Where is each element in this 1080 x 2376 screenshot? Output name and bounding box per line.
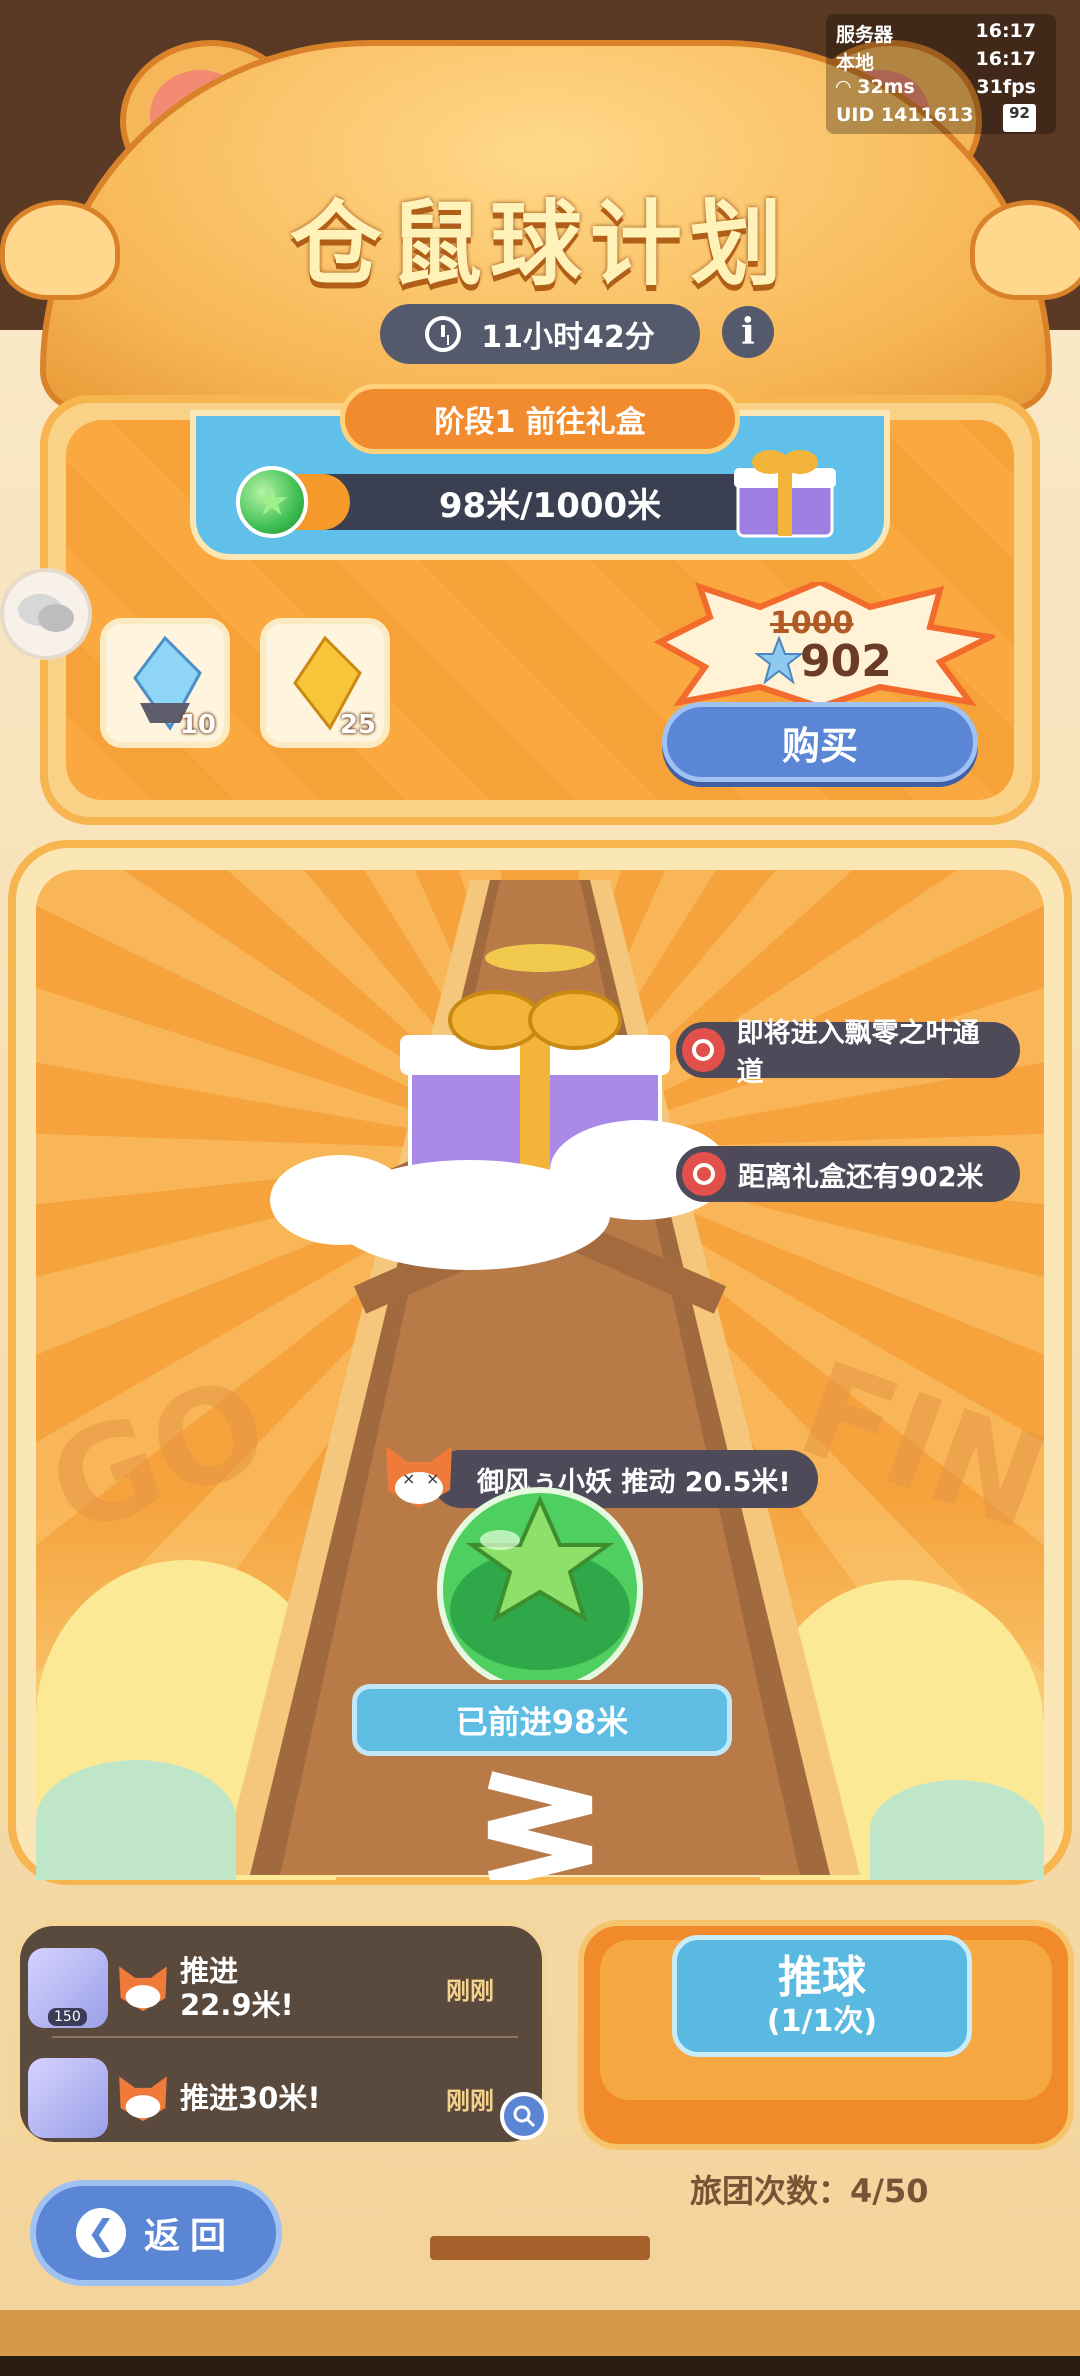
back-arrow-icon: ❮	[75, 2208, 126, 2258]
footer-shadow	[0, 2356, 1080, 2376]
avatar-level: 150	[48, 2008, 87, 2026]
push-button-count: (1/1次)	[766, 2004, 878, 2039]
local-time: 16:17	[975, 48, 1036, 70]
right-bush	[870, 1780, 1044, 1880]
back-button[interactable]: ❮ 返回	[30, 2180, 282, 2286]
wifi-icon: ◠	[836, 76, 858, 98]
fox-avatar-icon	[119, 1966, 167, 2012]
back-button-label: 返回	[143, 2216, 236, 2257]
log-divider	[52, 2036, 518, 2038]
location-pin-icon	[682, 1152, 726, 1196]
tip-distance-to-gift: 距离礼盒还有902米	[676, 1146, 1020, 1202]
spring-launcher	[487, 1771, 593, 1880]
log-entry: 推进30米! 刚刚	[28, 2052, 518, 2144]
timer-text: 11小时42分	[481, 320, 655, 355]
chat-icon[interactable]	[0, 568, 92, 660]
log-text: 推进 22.9米!	[180, 1954, 294, 2022]
log-entry: 150 推进 22.9米! 刚刚	[28, 1942, 518, 2034]
item-count: 25	[339, 710, 376, 740]
log-time: 刚刚	[446, 2086, 494, 2115]
tip-text: 距离礼盒还有902米	[738, 1161, 984, 1193]
push-button-label: 推球	[778, 1952, 866, 2003]
log-text: 推进30米!	[180, 2081, 321, 2115]
server-label: 服务器	[836, 24, 894, 46]
stage-label: 阶段1 前往礼盒	[340, 384, 740, 454]
page-title: 仓鼠球计划	[289, 190, 790, 298]
hamster-ball-icon: ★	[236, 466, 308, 538]
local-label: 本地	[836, 52, 875, 74]
team-push-count: 旅团次数：4/50	[690, 2172, 929, 2210]
battery-icon: 92	[1003, 104, 1036, 132]
footer-notch	[430, 2236, 650, 2260]
fps-value: 31fps	[976, 76, 1036, 98]
server-time: 16:17	[975, 20, 1036, 42]
event-timer: 11小时42分	[380, 304, 700, 364]
uid-text: UID 1411613	[836, 104, 974, 126]
reward-item-gold-crystal[interactable]: 25	[260, 618, 390, 748]
buy-button[interactable]: 购买	[662, 702, 978, 782]
hamster-ball	[437, 1487, 643, 1680]
status-hud: 服务器 16:17 本地 16:17 ◠ 32ms 31fps UID 1411613…	[836, 20, 1036, 132]
reward-item-blue-crystal[interactable]: 10	[100, 618, 230, 748]
push-ball-button[interactable]: 推球 (1/1次)	[672, 1935, 972, 2057]
search-icon[interactable]	[500, 2092, 548, 2140]
tip-text: 即将进入飘零之叶通道	[736, 1018, 980, 1088]
gift-box-icon	[734, 450, 836, 538]
goal-gift-box	[270, 944, 730, 1270]
item-count: 10	[179, 710, 216, 740]
advanced-distance-label: 已前进98米	[352, 1684, 732, 1756]
left-bush	[36, 1760, 236, 1880]
player-avatar	[28, 2058, 108, 2138]
log-time: 刚刚	[446, 1976, 494, 2005]
svg-text:×: ×	[402, 1469, 415, 1488]
fox-avatar-icon	[119, 2076, 167, 2122]
ping-value: 32ms	[857, 76, 915, 98]
info-icon[interactable]: i	[722, 306, 774, 358]
star-gem-icon	[755, 636, 803, 684]
tip-leaf-channel: 即将进入飘零之叶通道	[676, 1018, 1020, 1088]
wifi-ping: ◠ 32ms	[836, 76, 915, 104]
player-avatar: 150	[28, 1948, 108, 2028]
location-pin-icon	[682, 1028, 725, 1072]
clock-icon	[425, 316, 462, 352]
new-price: 902	[800, 636, 892, 687]
